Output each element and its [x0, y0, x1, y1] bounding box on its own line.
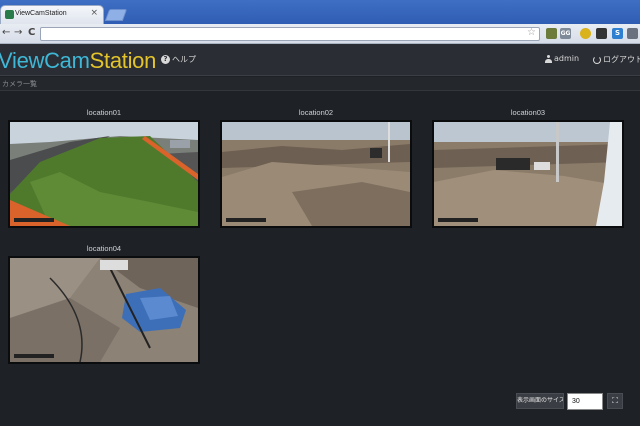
- extension-wrench-icon[interactable]: [546, 28, 557, 39]
- new-tab-button[interactable]: [104, 9, 128, 21]
- logo-text-primary: ViewCam: [0, 48, 90, 73]
- logout-link[interactable]: ログアウト: [593, 54, 640, 65]
- camera-label: location03: [510, 108, 546, 117]
- user-label: admin: [554, 54, 580, 63]
- browser-tab[interactable]: ViewCamStation ×: [0, 5, 104, 24]
- camera-label: location04: [86, 244, 122, 253]
- menu-wrench-icon[interactable]: [627, 28, 638, 39]
- back-icon[interactable]: ←: [2, 27, 10, 38]
- favicon-icon: [5, 10, 14, 19]
- logo-text-accent: Station: [89, 48, 157, 73]
- camera-feed[interactable]: [220, 120, 412, 228]
- extension-s-icon[interactable]: S: [612, 28, 623, 39]
- star-icon[interactable]: ☆: [527, 27, 536, 38]
- forward-icon[interactable]: →: [14, 27, 22, 38]
- camera-label: location02: [298, 108, 334, 117]
- breadcrumb-current: カメラ一覧: [2, 80, 37, 88]
- tab-title: ViewCamStation: [15, 10, 67, 17]
- fullscreen-icon[interactable]: ⛶: [607, 393, 623, 409]
- logout-icon: [593, 55, 601, 64]
- app-logo[interactable]: ViewCamStation: [0, 48, 156, 74]
- url-bar[interactable]: ☆: [40, 27, 540, 41]
- reload-icon[interactable]: C: [28, 27, 35, 38]
- camera-feed[interactable]: [432, 120, 624, 228]
- logout-label: ログアウト: [603, 55, 640, 64]
- tab-close-icon[interactable]: ×: [90, 8, 98, 18]
- browser-toolbar: ← → C ☆ GG S: [0, 24, 640, 44]
- camera-feed[interactable]: [8, 120, 200, 228]
- user-icon: [545, 54, 552, 63]
- display-size-input[interactable]: [567, 393, 603, 410]
- help-label: ヘルプ: [172, 55, 196, 64]
- extension-cloud-icon[interactable]: [596, 28, 607, 39]
- app-header: ViewCamStation ? ヘルプ admin ログアウト: [0, 44, 640, 76]
- extension-gg-icon[interactable]: GG: [560, 28, 571, 39]
- help-link[interactable]: ? ヘルプ: [161, 54, 196, 65]
- camera-label: location01: [86, 108, 122, 117]
- browser-tabstrip: ViewCamStation ×: [0, 0, 640, 24]
- display-size-label: 表示画面のサイズ: [516, 393, 564, 409]
- extension-coin-icon[interactable]: [580, 28, 591, 39]
- breadcrumb: カメラ一覧: [0, 77, 640, 91]
- help-icon: ?: [161, 55, 170, 64]
- user-menu[interactable]: admin: [545, 54, 579, 63]
- camera-feed[interactable]: [8, 256, 200, 364]
